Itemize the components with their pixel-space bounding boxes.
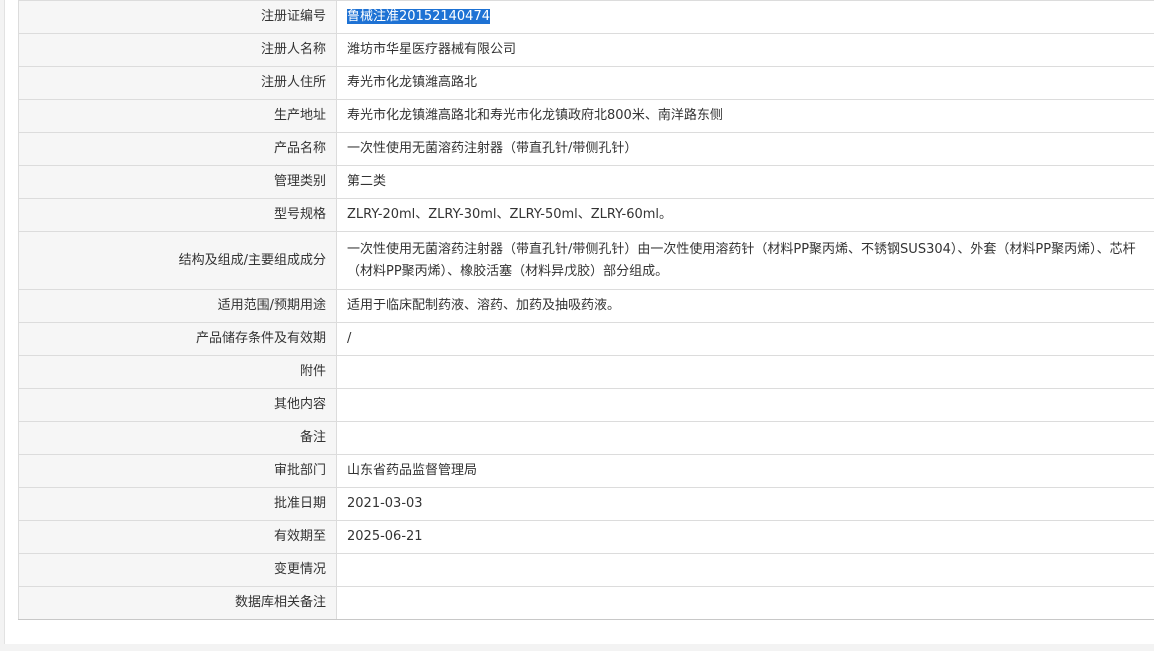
field-label: 注册人住所 <box>18 66 337 100</box>
table-row: 结构及组成/主要组成成分 一次性使用无菌溶药注射器（带直孔针/带侧孔针）由一次性使… <box>18 231 1154 290</box>
table-row: 注册证编号 鲁械注准20152140474 <box>18 0 1154 34</box>
field-value[interactable]: ZLRY-20ml、ZLRY-30ml、ZLRY-50ml、ZLRY-60ml。 <box>347 207 672 222</box>
table-row: 数据库相关备注 <box>18 586 1154 620</box>
field-value[interactable]: 适用于临床配制药液、溶药、加药及抽吸药液。 <box>347 298 620 313</box>
table-row: 变更情况 <box>18 553 1154 587</box>
field-value-cell: 2025-06-21 <box>336 520 1154 554</box>
field-value-cell: 潍坊市华星医疗器械有限公司 <box>336 33 1154 67</box>
field-value[interactable]: 2021-03-03 <box>347 496 423 511</box>
field-label: 审批部门 <box>18 454 337 488</box>
field-label: 产品名称 <box>18 132 337 166</box>
field-value-cell: ZLRY-20ml、ZLRY-30ml、ZLRY-50ml、ZLRY-60ml。 <box>336 198 1154 232</box>
table-row: 生产地址 寿光市化龙镇潍高路北和寿光市化龙镇政府北800米、南洋路东侧 <box>18 99 1154 133</box>
field-label: 有效期至 <box>18 520 337 554</box>
table-row: 注册人住所 寿光市化龙镇潍高路北 <box>18 66 1154 100</box>
field-label: 型号规格 <box>18 198 337 232</box>
field-label: 其他内容 <box>18 388 337 422</box>
field-label: 结构及组成/主要组成成分 <box>18 231 337 290</box>
field-value-cell: 寿光市化龙镇潍高路北 <box>336 66 1154 100</box>
field-value-cell <box>336 355 1154 389</box>
field-label: 附件 <box>18 355 337 389</box>
field-value-cell: 鲁械注准20152140474 <box>336 0 1154 34</box>
field-value-cell <box>336 388 1154 422</box>
field-value-cell: / <box>336 322 1154 356</box>
table-row: 适用范围/预期用途 适用于临床配制药液、溶药、加药及抽吸药液。 <box>18 289 1154 323</box>
table-row: 注册人名称 潍坊市华星医疗器械有限公司 <box>18 33 1154 67</box>
field-value[interactable]: 山东省药品监督管理局 <box>347 463 477 478</box>
field-value[interactable]: 鲁械注准20152140474 <box>347 9 490 24</box>
page: 注册证编号 鲁械注准20152140474 注册人名称 潍坊市华星医疗器械有限公司 注册… <box>0 0 1154 651</box>
field-value-cell: 第二类 <box>336 165 1154 199</box>
registration-detail-table: 注册证编号 鲁械注准20152140474 注册人名称 潍坊市华星医疗器械有限公司 注册… <box>18 0 1154 620</box>
field-value-cell: 寿光市化龙镇潍高路北和寿光市化龙镇政府北800米、南洋路东侧 <box>336 99 1154 133</box>
field-value[interactable]: 寿光市化龙镇潍高路北 <box>347 75 477 90</box>
table-row: 产品名称 一次性使用无菌溶药注射器（带直孔针/带侧孔针） <box>18 132 1154 166</box>
field-label: 适用范围/预期用途 <box>18 289 337 323</box>
field-value-cell <box>336 421 1154 455</box>
field-label: 批准日期 <box>18 487 337 521</box>
field-value[interactable]: 一次性使用无菌溶药注射器（带直孔针/带侧孔针） <box>347 141 637 156</box>
field-label: 生产地址 <box>18 99 337 133</box>
field-value[interactable]: / <box>347 331 351 346</box>
field-label: 管理类别 <box>18 165 337 199</box>
field-value-cell: 一次性使用无菌溶药注射器（带直孔针/带侧孔针） <box>336 132 1154 166</box>
field-value-cell: 2021-03-03 <box>336 487 1154 521</box>
field-label: 数据库相关备注 <box>18 586 337 620</box>
field-value[interactable]: 第二类 <box>347 174 386 189</box>
field-value-cell <box>336 586 1154 620</box>
table-row: 产品储存条件及有效期 / <box>18 322 1154 356</box>
field-label: 变更情况 <box>18 553 337 587</box>
field-label: 备注 <box>18 421 337 455</box>
field-value[interactable]: 寿光市化龙镇潍高路北和寿光市化龙镇政府北800米、南洋路东侧 <box>347 108 723 123</box>
table-row: 审批部门 山东省药品监督管理局 <box>18 454 1154 488</box>
field-value-cell: 一次性使用无菌溶药注射器（带直孔针/带侧孔针）由一次性使用溶药针（材料PP聚丙烯… <box>336 231 1154 290</box>
detail-panel: 注册证编号 鲁械注准20152140474 注册人名称 潍坊市华星医疗器械有限公司 注册… <box>4 0 1154 644</box>
field-value[interactable]: 2025-06-21 <box>347 529 423 544</box>
table-row: 备注 <box>18 421 1154 455</box>
field-value[interactable]: 潍坊市华星医疗器械有限公司 <box>347 42 516 57</box>
field-value[interactable]: 一次性使用无菌溶药注射器（带直孔针/带侧孔针）由一次性使用溶药针（材料PP聚丙烯… <box>347 242 1136 279</box>
field-value-cell: 山东省药品监督管理局 <box>336 454 1154 488</box>
field-label: 注册人名称 <box>18 33 337 67</box>
table-row: 批准日期 2021-03-03 <box>18 487 1154 521</box>
field-value-cell <box>336 553 1154 587</box>
table-row: 型号规格 ZLRY-20ml、ZLRY-30ml、ZLRY-50ml、ZLRY-6… <box>18 198 1154 232</box>
table-row: 附件 <box>18 355 1154 389</box>
field-label: 注册证编号 <box>18 0 337 34</box>
table-row: 管理类别 第二类 <box>18 165 1154 199</box>
table-row: 其他内容 <box>18 388 1154 422</box>
field-value-cell: 适用于临床配制药液、溶药、加药及抽吸药液。 <box>336 289 1154 323</box>
field-label: 产品储存条件及有效期 <box>18 322 337 356</box>
table-row: 有效期至 2025-06-21 <box>18 520 1154 554</box>
